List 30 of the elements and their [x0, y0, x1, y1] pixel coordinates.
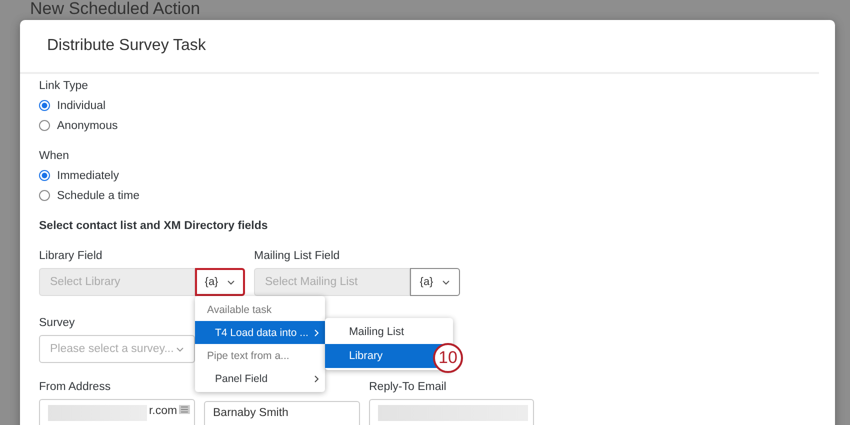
from-address-field[interactable]: r.com [39, 399, 195, 425]
field-label: From Address [39, 381, 111, 393]
group-label: Link Type [39, 80, 88, 92]
menu-item[interactable]: Panel Field [195, 367, 325, 390]
radio-button[interactable] [39, 100, 50, 111]
chevron-icon [442, 280, 450, 284]
group-label: When [39, 150, 70, 162]
radio-button[interactable] [39, 120, 50, 131]
page-title: New Scheduled Action [30, 0, 200, 18]
field-label: Mailing List Field [254, 250, 341, 262]
radio-button[interactable] [39, 170, 50, 181]
from-name-field[interactable]: Barnaby Smith [204, 401, 360, 425]
piped-text-button[interactable]: {a} [410, 268, 460, 296]
radio-button[interactable] [39, 190, 50, 201]
dialog-title: Distribute Survey Task [47, 37, 206, 55]
radio-label: Anonymous [57, 120, 118, 132]
field-label: Library Field [39, 250, 104, 262]
radio-label: Schedule a time [57, 190, 140, 202]
field-label: Reply-To Email [369, 381, 446, 393]
chevron-icon [227, 280, 236, 284]
reply-to-field[interactable] [369, 399, 534, 425]
menu-item[interactable]: Mailing List [325, 320, 453, 344]
radio-label: Individual [57, 100, 106, 112]
chevron-icon [176, 346, 184, 352]
section-heading: Select contact list and XM Directory fields [39, 220, 268, 232]
radio-label: Immediately [57, 170, 119, 182]
field-label: Survey [39, 317, 75, 329]
menu-item[interactable]: T4 Load data into ... [195, 321, 325, 344]
list-icon [179, 405, 190, 414]
piped-text-button[interactable]: {a} [195, 268, 245, 296]
